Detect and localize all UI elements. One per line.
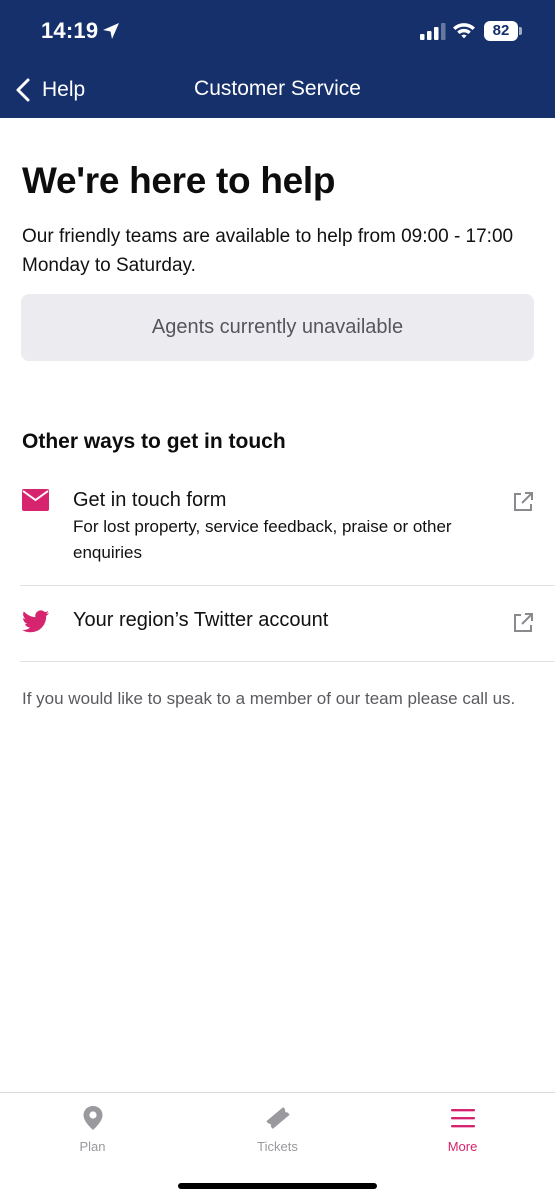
home-indicator bbox=[178, 1183, 377, 1189]
divider bbox=[20, 661, 555, 662]
call-us-note: If you would like to speak to a member o… bbox=[22, 689, 516, 708]
contact-form-subtitle: For lost property, service feedback, pra… bbox=[73, 517, 452, 562]
availability-text: Our friendly teams are available to help… bbox=[22, 226, 514, 276]
divider bbox=[20, 585, 555, 586]
app-header: 14:19 82 Help Customer Service bbox=[0, 0, 555, 118]
contact-form-item[interactable]: Get in touch form For lost property, ser… bbox=[22, 484, 555, 576]
location-pin-icon bbox=[83, 1106, 103, 1130]
navigation-bar: Help Customer Service bbox=[0, 62, 555, 118]
location-arrow-icon bbox=[103, 23, 119, 39]
main-heading: We're here to help bbox=[22, 160, 336, 201]
cellular-signal-icon bbox=[420, 23, 446, 40]
status-bar: 14:19 82 bbox=[0, 0, 555, 62]
battery-indicator: 82 bbox=[484, 21, 518, 41]
tab-tickets[interactable]: Tickets bbox=[185, 1093, 370, 1163]
page-title: Customer Service bbox=[194, 77, 361, 100]
twitter-icon bbox=[22, 610, 49, 633]
battery-tip bbox=[519, 27, 522, 35]
twitter-account-item[interactable]: Your region’s Twitter account bbox=[22, 606, 555, 640]
twitter-account-title: Your region’s Twitter account bbox=[73, 609, 329, 631]
ticket-icon bbox=[266, 1107, 290, 1129]
contact-form-title: Get in touch form bbox=[73, 489, 227, 511]
status-time: 14:19 bbox=[41, 18, 99, 43]
tab-plan[interactable]: Plan bbox=[0, 1093, 185, 1163]
tab-more[interactable]: More bbox=[370, 1093, 555, 1163]
menu-icon bbox=[451, 1109, 475, 1128]
envelope-icon bbox=[22, 489, 49, 511]
tab-label-more: More bbox=[447, 1139, 478, 1154]
external-link-icon bbox=[514, 492, 533, 511]
help-intro: We're here to help Our friendly teams ar… bbox=[22, 160, 534, 280]
tab-label-tickets: Tickets bbox=[257, 1139, 298, 1154]
other-ways-heading: Other ways to get in touch bbox=[22, 430, 286, 453]
wifi-icon bbox=[453, 23, 475, 39]
tab-label-plan: Plan bbox=[79, 1139, 106, 1154]
external-link-icon bbox=[514, 613, 533, 632]
agents-unavailable-button[interactable]: Agents currently unavailable bbox=[21, 294, 534, 361]
